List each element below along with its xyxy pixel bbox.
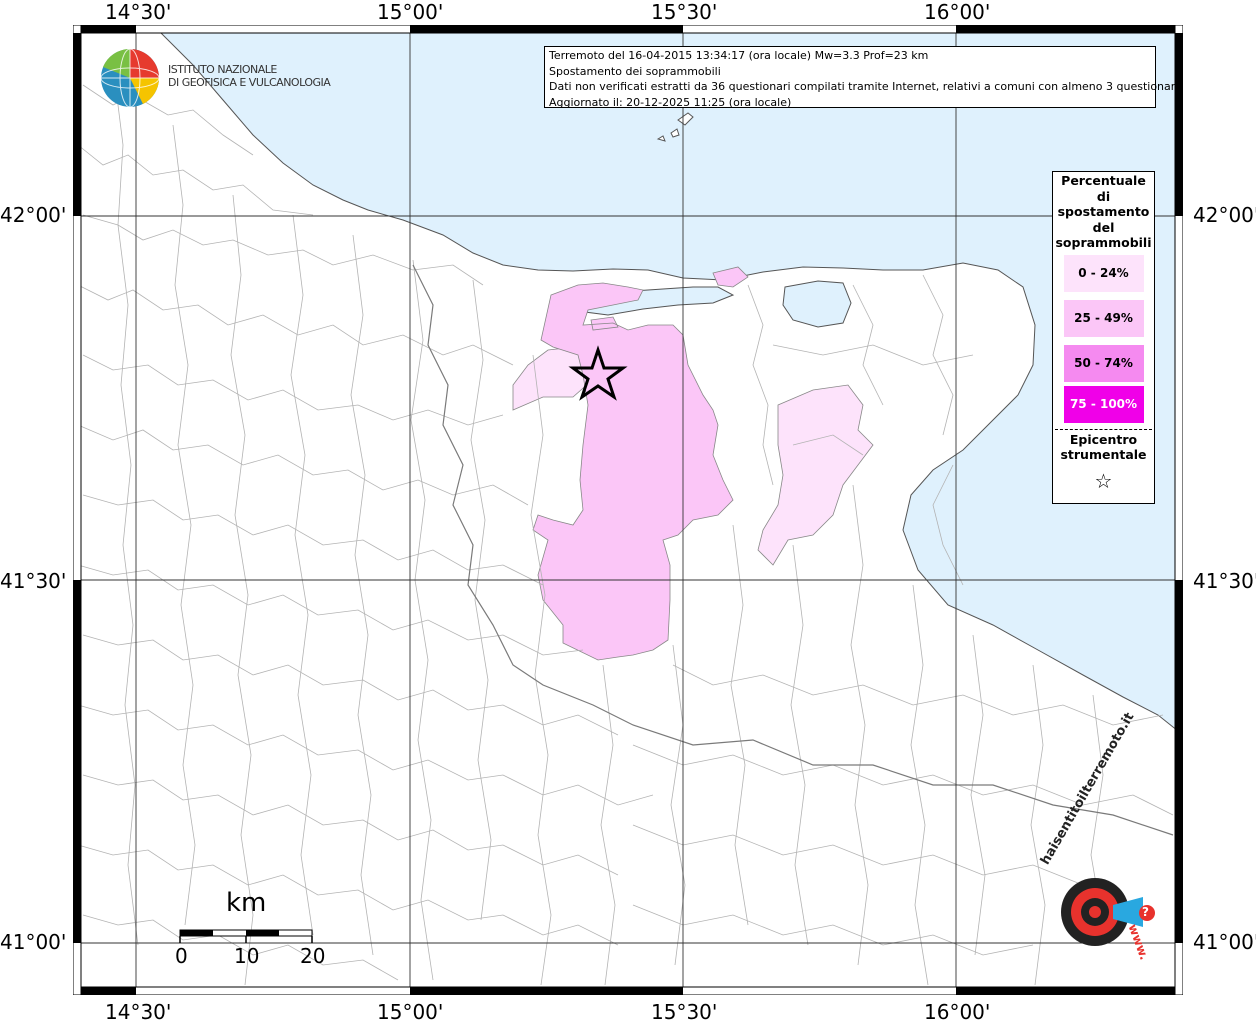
legend-class-50-74: 50 - 74% [1063, 344, 1144, 382]
legend-separator [1055, 428, 1152, 430]
watermark-question-icon: ? [1142, 905, 1149, 919]
map-parameter: Spostamento dei soprammobili [549, 64, 721, 78]
legend-title-line: soprammobili [1055, 235, 1152, 250]
lon-label-bottom: 14°30' [105, 1000, 172, 1024]
lat-label-left: 42°00' [0, 203, 67, 227]
legend-title-line: Percentuale [1061, 173, 1146, 188]
legend-title-line: del [1092, 219, 1115, 235]
scale-tick-label: 0 [175, 944, 188, 968]
update-time: Aggiornato il: 20-12-2025 11:25 (ora loc… [549, 95, 792, 109]
scale-tick-label: 10 [234, 944, 260, 968]
ingv-logo [100, 48, 160, 108]
lat-label-left: 41°30' [0, 569, 67, 593]
epicenter-legend-label: Epicentro [1069, 431, 1138, 447]
logo-line-2: DI GEOFISICA E VULCANOLOGIA [168, 76, 331, 89]
varano-lagoon [782, 280, 852, 328]
lat-label-right: 41°30' [1193, 569, 1256, 593]
lat-label-left: 41°00' [0, 930, 67, 954]
lon-label-top: 16°00' [924, 0, 991, 24]
lon-label-top: 15°30' [651, 0, 718, 24]
map-canvas[interactable] [73, 25, 1183, 995]
legend: Percentuale di spostamento del soprammob… [1052, 171, 1155, 504]
lon-label-bottom: 15°00' [377, 1000, 444, 1024]
lon-label-bottom: 16°00' [924, 1000, 991, 1024]
event-info-box: Terremoto del 16-04-2015 13:34:17 (ora l… [544, 46, 1182, 109]
epicenter-legend-star-icon: ☆ [1094, 468, 1113, 493]
legend-title: Percentuale di spostamento del soprammob… [1053, 173, 1154, 251]
event-title: Terremoto del 16-04-2015 13:34:17 (ora l… [549, 49, 929, 62]
lon-label-bottom: 15°30' [651, 1000, 718, 1024]
legend-title-line: spostamento [1057, 204, 1150, 219]
legend-class-0-24: 0 - 24% [1063, 254, 1144, 292]
legend-class-25-49: 25 - 49% [1063, 299, 1144, 337]
lat-label-right: 41°00' [1193, 930, 1256, 954]
logo-line-1: ISTITUTO NAZIONALE [168, 63, 277, 76]
legend-class-75-100: 75 - 100% [1063, 385, 1144, 423]
legend-title-line: di [1096, 188, 1111, 204]
epicenter-legend-label: strumentale [1060, 447, 1147, 462]
scale-unit: km [226, 888, 267, 918]
lon-label-top: 14°30' [105, 0, 172, 24]
ingv-logo-text: ISTITUTO NAZIONALE DI GEOFISICA E VULCAN… [168, 63, 331, 89]
lon-label-top: 15°00' [377, 0, 444, 24]
data-note: Dati non verificati estratti da 36 quest… [549, 80, 1182, 93]
scale-tick-label: 20 [300, 944, 326, 968]
lat-label-right: 42°00' [1193, 203, 1256, 227]
